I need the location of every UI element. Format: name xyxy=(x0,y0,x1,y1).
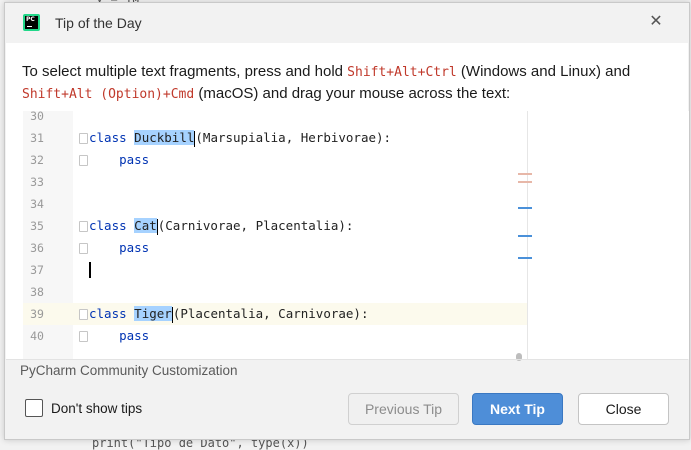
code-line: 31 class Duckbill(Marsupialia, Herbivorae… xyxy=(23,127,527,149)
fold-marker-icon[interactable] xyxy=(79,243,88,254)
change-marker xyxy=(518,257,532,259)
tip-text-part-2: (Windows and Linux) and xyxy=(456,63,631,80)
line-number: 32 xyxy=(30,153,44,167)
pycharm-icon: PC xyxy=(23,14,40,31)
tip-text-part-3: (macOS) and drag your mouse across the t… xyxy=(194,85,511,102)
selected-class-name: Tiger xyxy=(134,306,172,321)
code-line: 35 class Cat(Carnivorae, Placentalia): xyxy=(23,215,527,237)
code-prefix: pass xyxy=(89,240,150,255)
code-text: pass xyxy=(89,149,149,171)
code-line: 36 pass xyxy=(23,237,527,259)
shortcut-macos: Shift+Alt (Option)+Cmd xyxy=(22,87,195,102)
fold-marker-icon[interactable] xyxy=(79,133,88,144)
code-prefix: pass xyxy=(89,328,150,343)
change-marker xyxy=(518,235,532,237)
fold-marker-icon[interactable] xyxy=(79,221,88,232)
tip-text: To select multiple text fragments, press… xyxy=(22,61,672,105)
line-number: 37 xyxy=(30,263,44,277)
line-number: 30 xyxy=(30,111,44,123)
line-number: 39 xyxy=(30,307,44,321)
close-button[interactable]: Close xyxy=(578,393,669,425)
editor-right-panel xyxy=(518,111,689,359)
code-line: 34 xyxy=(23,193,527,215)
fold-marker-icon[interactable] xyxy=(79,331,88,342)
line-number: 38 xyxy=(30,285,44,299)
code-line: 38 xyxy=(23,281,527,303)
code-editor-preview: 30 31 class Duckbill(Marsupialia, Herbivor… xyxy=(23,111,527,359)
tip-content: To select multiple text fragments, press… xyxy=(6,43,689,359)
selected-class-name: Duckbill xyxy=(134,130,195,145)
fold-marker-icon[interactable] xyxy=(79,155,88,166)
fold-marker-icon[interactable] xyxy=(79,309,88,320)
change-marker xyxy=(518,181,532,183)
shortcut-windows-linux: Shift+Alt+Ctrl xyxy=(347,65,457,80)
selected-class-name: Cat xyxy=(134,218,157,233)
code-text: class Tiger(Placentalia, Carnivorae): xyxy=(89,303,368,325)
code-line: 32 pass xyxy=(23,149,527,171)
code-text: pass xyxy=(89,325,149,347)
line-number: 31 xyxy=(30,131,44,145)
dialog-title: Tip of the Day xyxy=(55,15,142,31)
customization-label: PyCharm Community Customization xyxy=(20,363,238,378)
change-marker xyxy=(518,173,532,175)
keyword: class xyxy=(89,130,127,145)
code-text: pass xyxy=(89,237,149,259)
code-text: class Duckbill(Marsupialia, Herbivorae): xyxy=(89,127,391,149)
line-number: 36 xyxy=(30,241,44,255)
change-marker xyxy=(518,207,532,209)
footer-separator xyxy=(6,359,688,360)
code-suffix: (Marsupialia, Herbivorae): xyxy=(195,130,392,145)
line-number: 34 xyxy=(30,197,44,211)
code-suffix: (Carnivorae, Placentalia): xyxy=(157,218,354,233)
title-bar: PC Tip of the Day ✕ xyxy=(5,3,689,43)
code-line: 30 xyxy=(23,111,527,127)
text-caret xyxy=(89,262,91,278)
dont-show-tips-label[interactable]: Don't show tips xyxy=(51,401,142,416)
code-line: 40 pass xyxy=(23,325,527,347)
code-suffix: (Placentalia, Carnivorae): xyxy=(172,306,369,321)
line-number: 33 xyxy=(30,175,44,189)
line-number: 40 xyxy=(30,329,44,343)
dont-show-tips-checkbox[interactable] xyxy=(25,399,43,417)
code-text: class Cat(Carnivorae, Placentalia): xyxy=(89,215,353,237)
keyword: class xyxy=(89,306,127,321)
previous-tip-button[interactable]: Previous Tip xyxy=(348,393,459,425)
code-prefix: pass xyxy=(89,152,150,167)
next-tip-button[interactable]: Next Tip xyxy=(472,393,563,425)
tip-text-part-1: To select multiple text fragments, press… xyxy=(22,63,348,80)
tip-of-the-day-dialog: PC Tip of the Day ✕ To select multiple t… xyxy=(4,2,690,440)
code-line: 37 xyxy=(23,259,527,281)
code-line: 39 class Tiger(Placentalia, Carnivorae): xyxy=(23,303,527,325)
code-line: 33 xyxy=(23,171,527,193)
close-icon[interactable]: ✕ xyxy=(647,12,665,30)
line-number: 35 xyxy=(30,219,44,233)
keyword: class xyxy=(89,218,127,233)
